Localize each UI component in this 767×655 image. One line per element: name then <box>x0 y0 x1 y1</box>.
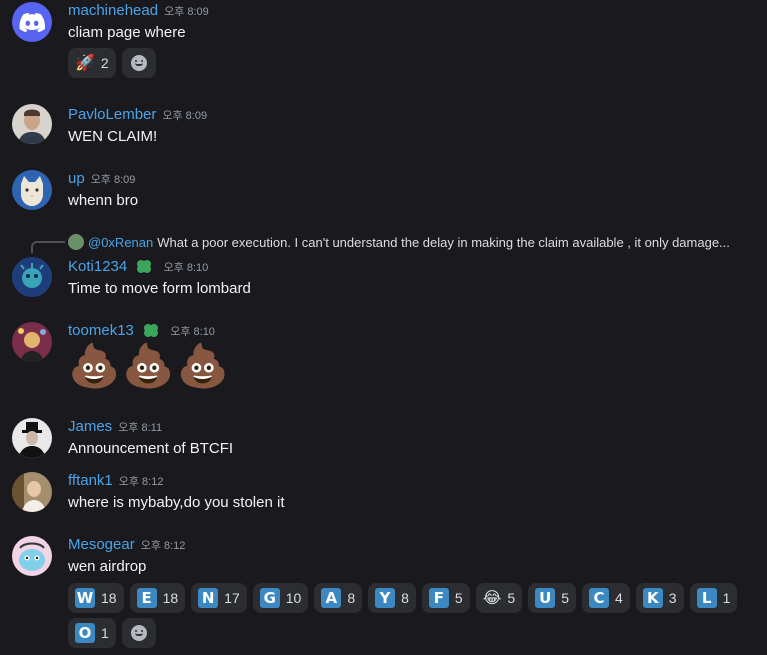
creature-avatar-icon <box>19 542 45 571</box>
reaction-count: 1 <box>722 590 731 606</box>
letter-c-icon: C <box>589 588 609 608</box>
username[interactable]: up 오후 8:09 <box>68 170 135 187</box>
timestamp: 오후 8:12 <box>118 476 164 488</box>
creature-avatar-icon <box>20 263 44 288</box>
avatar-mesogear[interactable] <box>12 536 52 576</box>
reaction-letter-n[interactable]: N 17 <box>191 583 247 613</box>
letter-k-icon: K <box>642 588 663 608</box>
reactions: W 18 E 18 N 17 G 10 A8 Y8 F5 😂 5 U5 C4 K3 L1 … <box>68 583 748 648</box>
letter-e-icon: E <box>136 588 157 608</box>
avatar-pavlolember[interactable] <box>12 104 52 144</box>
discord-logo-icon <box>19 12 45 32</box>
reaction-count: 10 <box>285 590 302 606</box>
timestamp: 오후 8:11 <box>118 422 163 434</box>
avatar-koti1234[interactable] <box>12 257 52 297</box>
reaction-letter-f[interactable]: F5 <box>421 583 470 613</box>
reaction-letter-u[interactable]: U5 <box>528 583 576 613</box>
person-avatar-icon <box>18 109 46 144</box>
clover-tag-icon <box>137 260 152 273</box>
reaction-count: 3 <box>668 590 677 606</box>
letter-n-icon: N <box>198 588 219 608</box>
letter-y-icon: Y <box>375 588 396 608</box>
letter-l-icon: L <box>696 588 717 608</box>
timestamp: 오후 8:09 <box>162 110 208 122</box>
reaction-rocket[interactable]: 🚀 2 <box>68 48 116 78</box>
add-reaction-button[interactable] <box>121 48 156 78</box>
reaction-joy[interactable]: 😂 5 <box>475 583 523 613</box>
reaction-count: 2 <box>100 55 109 71</box>
reply-connector <box>31 241 65 253</box>
timestamp: 오후 8:10 <box>170 326 215 338</box>
reaction-count: 18 <box>101 590 117 606</box>
avatar-up[interactable] <box>12 170 52 210</box>
clover-tag-icon <box>144 324 159 337</box>
message-text: cliam page where <box>68 24 186 41</box>
letter-u-icon: U <box>535 588 556 608</box>
reaction-letter-o[interactable]: O1 <box>68 618 116 648</box>
username[interactable]: toomek13 오후 8:10 <box>68 322 215 339</box>
timestamp: 오후 8:09 <box>90 174 136 186</box>
reaction-count: 5 <box>561 590 569 606</box>
reaction-count: 18 <box>162 590 179 606</box>
username[interactable]: James 오후 8:11 <box>68 418 162 435</box>
reaction-count: 17 <box>224 590 240 606</box>
timestamp: 오후 8:10 <box>163 262 209 274</box>
avatar-machinehead[interactable] <box>12 2 52 42</box>
character-avatar-icon <box>18 328 46 362</box>
reply-text: What a poor execution. I can't understan… <box>157 234 730 250</box>
message-text: where is mybaby,do you stolen it <box>68 494 285 511</box>
reply-preview[interactable]: @0xRenan What a poor execution. I can't … <box>68 234 730 250</box>
avatar-james[interactable] <box>12 418 52 458</box>
reaction-letter-g[interactable]: G 10 <box>252 583 309 613</box>
username[interactable]: PavloLember 오후 8:09 <box>68 106 207 123</box>
cat-avatar-icon <box>21 176 43 206</box>
avatar-toomek13[interactable] <box>12 322 52 362</box>
reaction-count: 5 <box>454 590 463 606</box>
reaction-count: 8 <box>401 590 409 606</box>
reactions: 🚀 2 <box>68 48 748 78</box>
reply-avatar <box>68 234 84 250</box>
pile-of-poo-emoji: 💩💩💩 <box>68 342 231 389</box>
reaction-count: 8 <box>347 590 356 606</box>
add-reaction-icon <box>130 55 147 71</box>
message-text: Time to move form lombard <box>68 280 251 297</box>
letter-o-icon: O <box>75 623 95 643</box>
message-text: whenn bro <box>68 192 139 209</box>
timestamp: 오후 8:09 <box>164 6 209 18</box>
reaction-letter-e[interactable]: E 18 <box>129 583 186 613</box>
reaction-letter-w[interactable]: W 18 <box>68 583 124 613</box>
message-text: WEN CLAIM! <box>68 128 158 145</box>
username[interactable]: machinehead 오후 8:09 <box>68 2 209 19</box>
joy-icon: 😂 <box>482 590 502 607</box>
reaction-letter-y[interactable]: Y8 <box>368 583 416 613</box>
rocket-icon: 🚀 <box>75 55 95 72</box>
avatar-fftank1[interactable] <box>12 472 52 512</box>
letter-a-icon: A <box>321 588 342 608</box>
add-reaction-icon <box>130 625 147 641</box>
username[interactable]: fftank1 오후 8:12 <box>68 472 163 489</box>
username[interactable]: Mesogear 오후 8:12 <box>68 536 185 553</box>
letter-f-icon: F <box>428 588 449 608</box>
reaction-count: 1 <box>101 625 109 641</box>
portrait-avatar-icon <box>18 422 46 458</box>
reaction-letter-l[interactable]: L1 <box>689 583 738 613</box>
person-avatar-icon <box>12 472 46 512</box>
username[interactable]: Koti1234 오후 8:10 <box>68 258 208 275</box>
letter-g-icon: G <box>259 588 280 608</box>
reaction-letter-a[interactable]: A8 <box>314 583 363 613</box>
reaction-count: 4 <box>615 590 623 606</box>
message-text: wen airdrop <box>68 558 147 575</box>
reaction-count: 5 <box>507 590 516 606</box>
add-reaction-button[interactable] <box>121 618 156 648</box>
message-text: Announcement of BTCFI <box>68 440 234 457</box>
letter-w-icon: W <box>75 588 95 608</box>
reply-author[interactable]: @0xRenan <box>88 235 153 250</box>
timestamp: 오후 8:12 <box>140 540 186 552</box>
large-emoji-message: 💩💩💩 <box>68 342 231 390</box>
reaction-letter-c[interactable]: C4 <box>582 583 630 613</box>
reaction-letter-k[interactable]: K3 <box>635 583 684 613</box>
